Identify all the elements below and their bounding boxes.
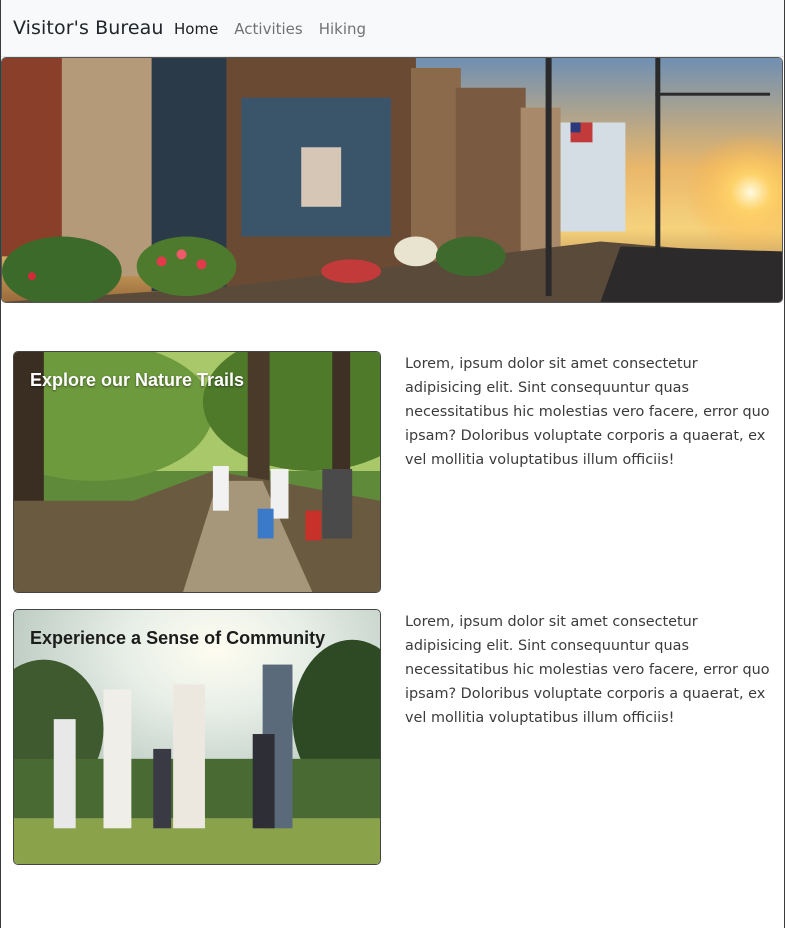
nav-link-hiking[interactable]: Hiking xyxy=(319,20,366,38)
nature-trails-card[interactable]: Explore our Nature Trails xyxy=(13,351,381,593)
brand-logo-link[interactable]: Visitor's Bureau xyxy=(13,17,164,39)
top-navbar: Visitor's Bureau Home Activities Hiking xyxy=(1,0,784,57)
feature-description: Lorem, ipsum dolor sit amet consectetur … xyxy=(405,614,770,726)
hero-image xyxy=(1,57,783,303)
community-card[interactable]: Experience a Sense of Community xyxy=(13,609,381,865)
feature-description: Lorem, ipsum dolor sit amet consectetur … xyxy=(405,356,770,468)
card-title: Explore our Nature Trails xyxy=(30,370,245,390)
nav-links: Home Activities Hiking xyxy=(174,20,382,38)
nav-link-home[interactable]: Home xyxy=(174,20,218,38)
card-title: Experience a Sense of Community xyxy=(30,628,326,648)
nav-link-activities[interactable]: Activities xyxy=(234,20,302,38)
